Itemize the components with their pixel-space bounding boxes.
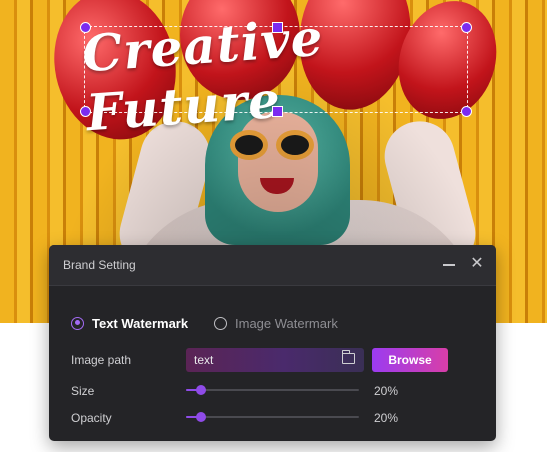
radio-selected-icon[interactable] [71,316,84,330]
slider-handle[interactable] [196,412,206,422]
folder-icon[interactable] [342,350,355,364]
selection-box[interactable] [80,22,472,117]
close-icon[interactable]: ✕ [469,256,485,272]
resize-handle-top-left[interactable] [80,22,91,33]
size-slider[interactable] [186,384,359,396]
slider-track [186,389,359,391]
slider-handle[interactable] [196,385,206,395]
resize-handle-bottom[interactable] [272,106,283,117]
size-label: Size [71,384,95,398]
minimize-icon[interactable] [442,257,456,271]
browse-button[interactable]: Browse [372,348,448,372]
image-path-label: Image path [71,353,132,367]
resize-handle-top-right[interactable] [461,22,472,33]
brand-setting-dialog: Brand Setting ✕ Text Watermark Image Wat… [49,245,496,441]
dialog-title-bar[interactable]: Brand Setting ✕ [49,245,496,286]
opacity-slider[interactable] [186,411,359,423]
resize-handle-top[interactable] [272,22,283,33]
opacity-value: 20% [374,411,399,425]
resize-handle-bottom-right[interactable] [461,106,472,117]
size-value: 20% [374,384,399,398]
image-path-input[interactable] [186,348,364,372]
text-watermark-label: Text Watermark [92,315,189,331]
text-watermark-option[interactable]: Text Watermark [71,315,188,331]
resize-handle-bottom-left[interactable] [80,106,91,117]
image-watermark-label: Image Watermark [235,315,338,331]
image-watermark-option[interactable]: Image Watermark [214,315,338,331]
slider-track [186,416,359,418]
radio-unselected-icon[interactable] [214,316,227,330]
dialog-title: Brand Setting [63,258,136,272]
opacity-label: Opacity [71,411,112,425]
